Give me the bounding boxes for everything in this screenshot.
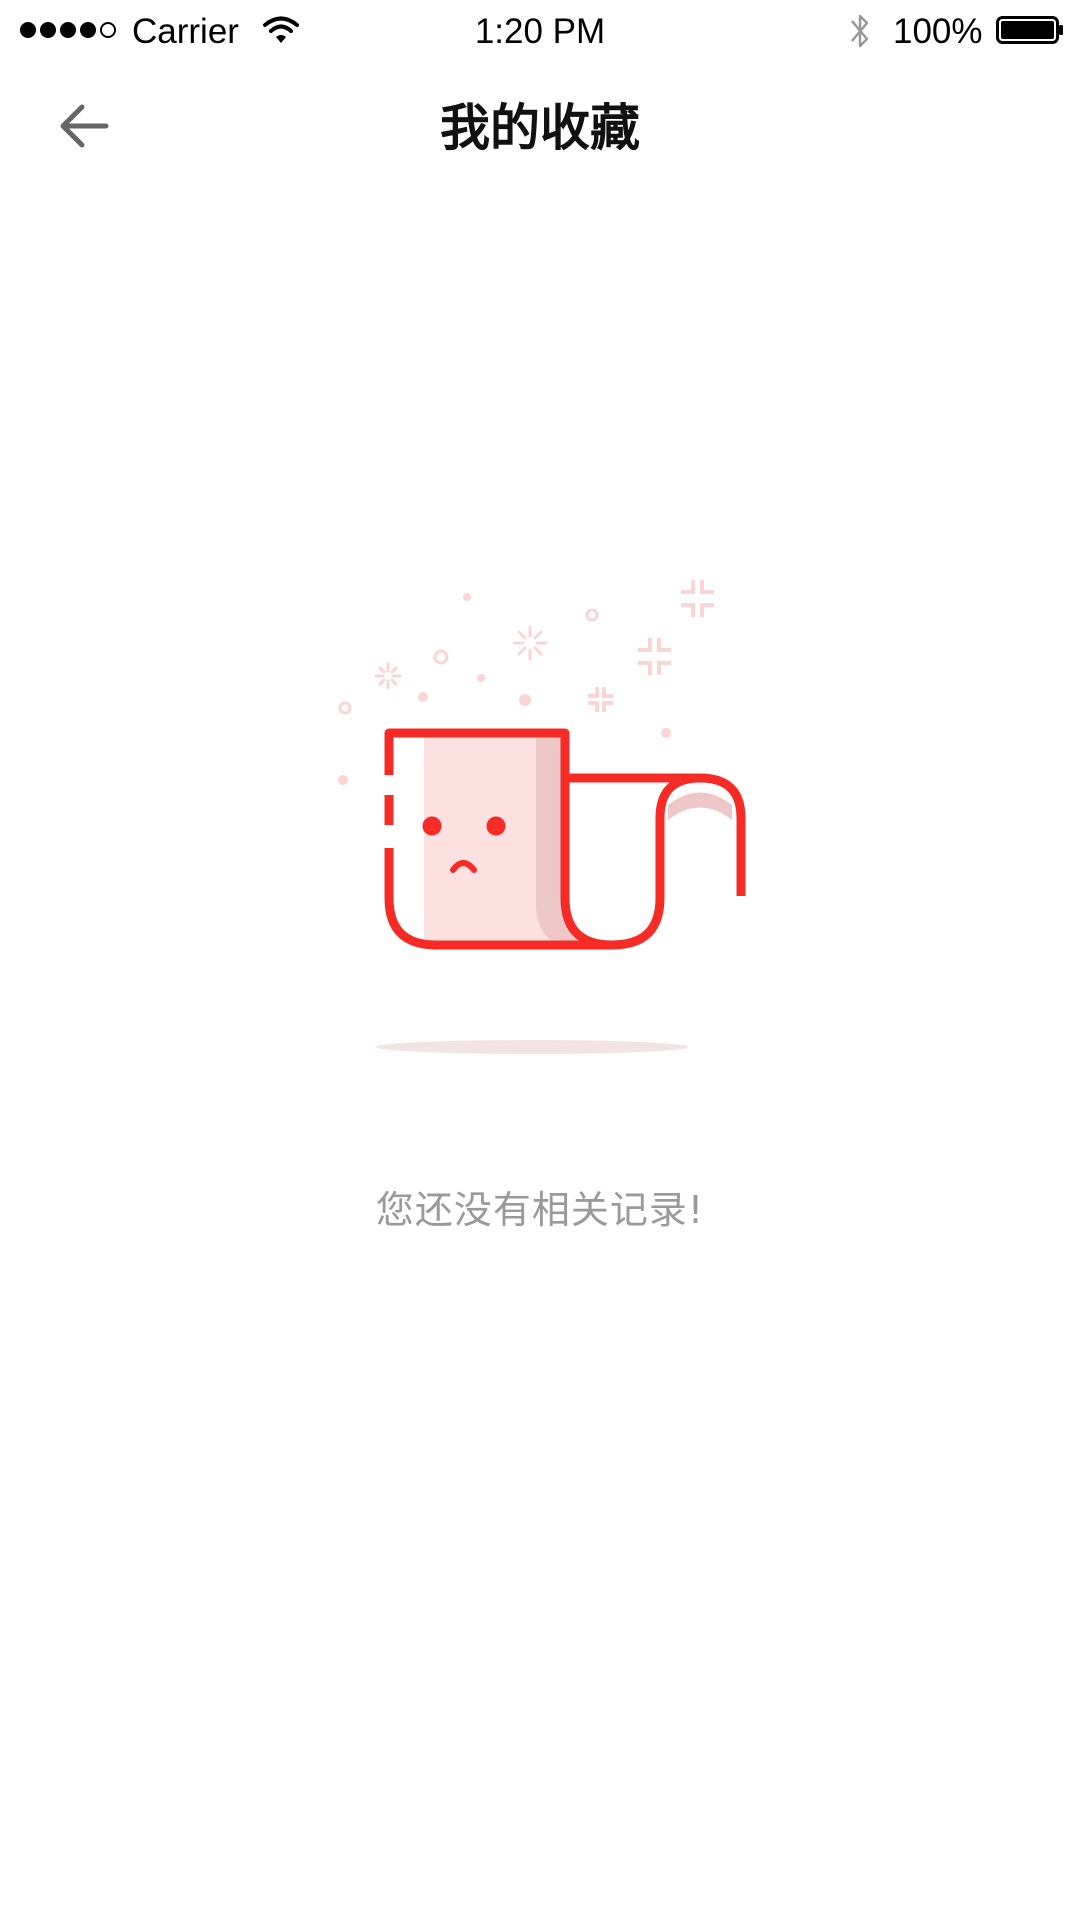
status-bar: Carrier 1:20 PM 100% bbox=[0, 0, 1080, 62]
bluetooth-icon bbox=[851, 14, 869, 48]
navigation-bar: 我的收藏 bbox=[0, 62, 1080, 192]
empty-state-message: 您还没有相关记录! bbox=[375, 1188, 705, 1232]
page-title: 我的收藏 bbox=[440, 99, 640, 157]
battery-percent: 100% bbox=[893, 12, 983, 51]
battery-icon bbox=[996, 16, 1063, 44]
sparkle-decorations bbox=[338, 580, 714, 715]
sad-tissue-roll-icon bbox=[338, 580, 746, 1054]
